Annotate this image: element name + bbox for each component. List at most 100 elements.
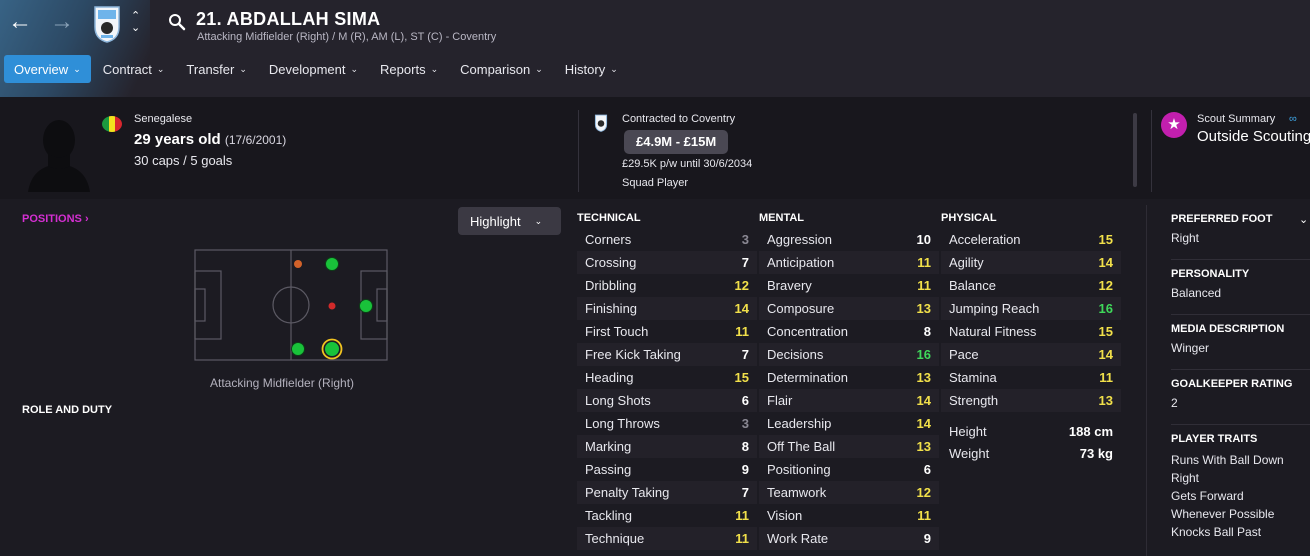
attribute-name: Teamwork bbox=[767, 485, 827, 500]
attribute-value: 11 bbox=[735, 324, 749, 339]
weight-row: Weight 73 kg bbox=[949, 445, 1113, 461]
tab-overview[interactable]: Overview ⌄ bbox=[4, 55, 91, 83]
attribute-row[interactable]: Aggression 10 bbox=[759, 228, 939, 251]
attribute-value: 14 bbox=[734, 301, 749, 316]
attribute-value: 6 bbox=[923, 462, 931, 477]
attribute-row[interactable]: Jumping Reach 16 bbox=[941, 297, 1121, 320]
attribute-value: 14 bbox=[1098, 255, 1113, 270]
attribute-row[interactable]: Concentration 8 bbox=[759, 320, 939, 343]
attribute-row[interactable]: Marking 8 bbox=[577, 435, 757, 458]
attribute-row[interactable]: Natural Fitness 15 bbox=[941, 320, 1121, 343]
media-description-value: Winger bbox=[1171, 341, 1210, 355]
contract-club: Contracted to Coventry bbox=[622, 113, 736, 125]
attribute-row[interactable]: Leadership 14 bbox=[759, 412, 939, 435]
binoculars-icon[interactable]: ∞ bbox=[1289, 113, 1297, 125]
tab-transfer[interactable]: Transfer ⌄ bbox=[176, 55, 256, 83]
highlight-dropdown[interactable]: Highlight ⌄ bbox=[458, 207, 561, 235]
attribute-value: 16 bbox=[916, 347, 931, 362]
attribute-row[interactable]: Positioning 6 bbox=[759, 458, 939, 481]
goalkeeper-rating-value: 2 bbox=[1171, 396, 1178, 410]
attribute-name: Penalty Taking bbox=[585, 485, 670, 500]
player-dob: (17/6/2001) bbox=[224, 133, 287, 147]
club-crest-icon[interactable] bbox=[92, 5, 122, 43]
height-row: Height 188 cm bbox=[949, 423, 1113, 439]
attribute-row[interactable]: Determination 13 bbox=[759, 366, 939, 389]
attribute-name: Decisions bbox=[767, 347, 824, 362]
search-icon[interactable] bbox=[168, 13, 186, 31]
attribute-value: 12 bbox=[1098, 278, 1113, 293]
attribute-name: Finishing bbox=[585, 301, 638, 316]
attribute-row[interactable]: Long Throws 3 bbox=[577, 412, 757, 435]
mental-heading: MENTAL bbox=[759, 212, 805, 224]
attribute-row[interactable]: Heading 15 bbox=[577, 366, 757, 389]
attribute-row[interactable]: Stamina 11 bbox=[941, 366, 1121, 389]
attribute-row[interactable]: Anticipation 11 bbox=[759, 251, 939, 274]
attribute-value: 12 bbox=[734, 278, 749, 293]
attribute-value: 7 bbox=[741, 485, 749, 500]
attribute-row[interactable]: Dribbling 12 bbox=[577, 274, 757, 297]
player-age: 29 years old (17/6/2001) bbox=[134, 131, 287, 148]
attribute-name: Strength bbox=[949, 393, 999, 408]
trait-line: Gets Forward bbox=[1171, 489, 1244, 503]
attribute-row[interactable]: Decisions 16 bbox=[759, 343, 939, 366]
attribute-row[interactable]: Corners 3 bbox=[577, 228, 757, 251]
attribute-value: 15 bbox=[1098, 324, 1113, 339]
attribute-row[interactable]: Balance 12 bbox=[941, 274, 1121, 297]
attribute-name: Balance bbox=[949, 278, 996, 293]
attribute-row[interactable]: Technique 11 bbox=[577, 527, 757, 550]
player-info-panel: PREFERRED FOOT Right ⌄ PERSONALITY Balan… bbox=[1146, 205, 1310, 556]
attribute-name: Natural Fitness bbox=[949, 324, 1037, 339]
attribute-name: Long Shots bbox=[585, 393, 651, 408]
attribute-row[interactable]: Penalty Taking 7 bbox=[577, 481, 757, 504]
attribute-value: 9 bbox=[741, 462, 749, 477]
attribute-value: 8 bbox=[923, 324, 931, 339]
tab-development[interactable]: Development ⌄ bbox=[259, 55, 368, 83]
attribute-row[interactable]: First Touch 11 bbox=[577, 320, 757, 343]
attribute-row[interactable]: Bravery 11 bbox=[759, 274, 939, 297]
tab-contract[interactable]: Contract ⌄ bbox=[93, 55, 175, 83]
physical-heading: PHYSICAL bbox=[941, 212, 997, 224]
attribute-row[interactable]: Flair 14 bbox=[759, 389, 939, 412]
attribute-row[interactable]: Long Shots 6 bbox=[577, 389, 757, 412]
chevron-down-icon[interactable]: ⌄ bbox=[1299, 213, 1308, 226]
position-dot bbox=[359, 299, 373, 313]
divider bbox=[1171, 369, 1310, 370]
attribute-row[interactable]: Finishing 14 bbox=[577, 297, 757, 320]
forward-arrow-icon[interactable]: → bbox=[50, 10, 74, 34]
physical-attributes: PHYSICAL Acceleration 15 Agility 14 Balance 1… bbox=[941, 212, 1121, 464]
attribute-row[interactable]: Crossing 7 bbox=[577, 251, 757, 274]
position-dot bbox=[294, 260, 302, 268]
attribute-row[interactable]: Work Rate 9 bbox=[759, 527, 939, 550]
attribute-row[interactable]: Vision 11 bbox=[759, 504, 939, 527]
positions-link[interactable]: POSITIONS › bbox=[22, 213, 89, 225]
attribute-value: 11 bbox=[735, 508, 749, 523]
tab-comparison[interactable]: Comparison ⌄ bbox=[450, 55, 553, 83]
attribute-value: 3 bbox=[741, 416, 749, 431]
trait-line: Right bbox=[1171, 471, 1200, 485]
attribute-name: Anticipation bbox=[767, 255, 835, 270]
attribute-value: 13 bbox=[916, 439, 931, 454]
tab-history[interactable]: History ⌄ bbox=[555, 55, 628, 83]
attribute-name: Long Throws bbox=[585, 416, 660, 431]
attribute-row[interactable]: Strength 13 bbox=[941, 389, 1121, 412]
star-icon[interactable]: ★ bbox=[1161, 112, 1187, 138]
attribute-row[interactable]: Passing 9 bbox=[577, 458, 757, 481]
divider bbox=[1171, 314, 1310, 315]
transfer-value-badge[interactable]: £4.9M - £15M bbox=[624, 130, 729, 154]
attribute-row[interactable]: Pace 14 bbox=[941, 343, 1121, 366]
attribute-row[interactable]: Free Kick Taking 7 bbox=[577, 343, 757, 366]
attribute-row[interactable]: Teamwork 12 bbox=[759, 481, 939, 504]
attribute-row[interactable]: Tackling 11 bbox=[577, 504, 757, 527]
trait-line: Knocks Ball Past bbox=[1171, 525, 1262, 539]
back-arrow-icon[interactable]: ← bbox=[8, 10, 32, 34]
attribute-row[interactable]: Acceleration 15 bbox=[941, 228, 1121, 251]
attribute-name: Corners bbox=[585, 232, 632, 247]
scrollbar[interactable] bbox=[1133, 113, 1137, 187]
attribute-row[interactable]: Agility 14 bbox=[941, 251, 1121, 274]
attribute-row[interactable]: Off The Ball 13 bbox=[759, 435, 939, 458]
attribute-value: 15 bbox=[1098, 232, 1113, 247]
attribute-value: 8 bbox=[741, 439, 749, 454]
tab-reports[interactable]: Reports ⌄ bbox=[370, 55, 448, 83]
crest-switch-icon[interactable]: ⌃ ⌄ bbox=[131, 10, 140, 34]
attribute-row[interactable]: Composure 13 bbox=[759, 297, 939, 320]
